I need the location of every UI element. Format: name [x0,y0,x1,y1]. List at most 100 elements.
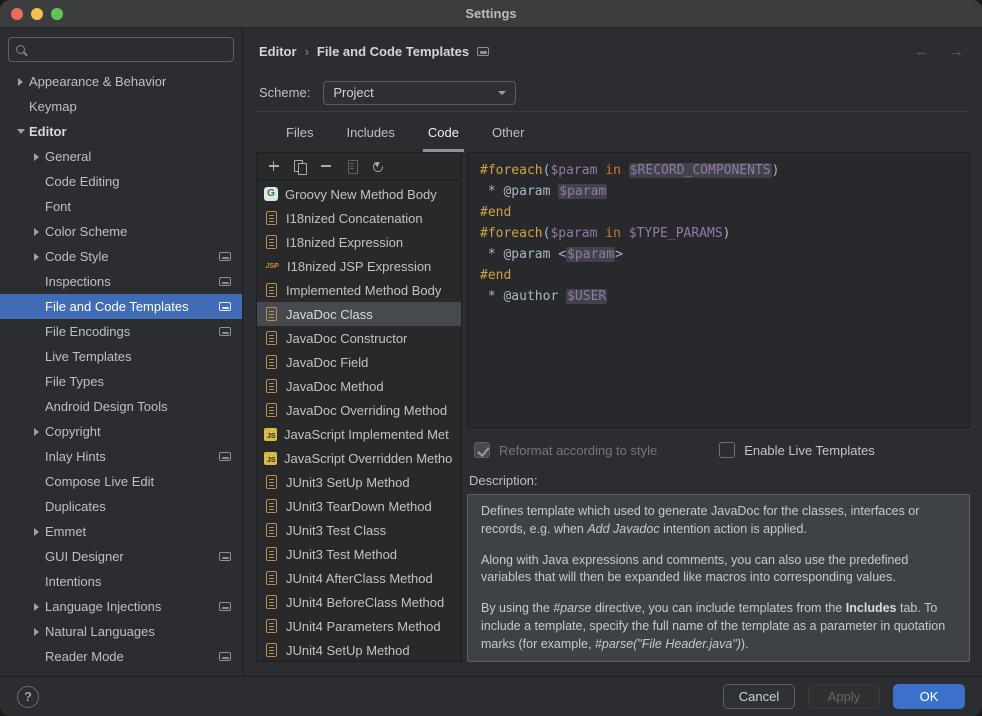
template-list-item-i18nized-jsp-expression[interactable]: JSPI18nized JSP Expression [257,254,461,278]
template-list-item-javadoc-overriding-method[interactable]: JavaDoc Overriding Method [257,398,461,422]
template-icon [266,235,277,249]
sidebar-item-file-types[interactable]: File Types [0,369,242,394]
breadcrumb-editor[interactable]: Editor [259,44,297,59]
chevron-right-icon[interactable] [28,228,45,236]
settings-search-box[interactable] [8,37,234,62]
sidebar-item-label: Font [45,199,71,214]
template-list-item-javadoc-constructor[interactable]: JavaDoc Constructor [257,326,461,350]
template-icon [266,331,277,345]
forward-icon[interactable]: → [949,43,964,60]
chevron-right-icon[interactable] [28,628,45,636]
duplicate-icon [292,158,308,174]
sidebar-item-live-templates[interactable]: Live Templates [0,344,242,369]
template-list-item-javascript-overridden-metho[interactable]: JSJavaScript Overridden Metho [257,446,461,470]
reset-template-button[interactable] [366,156,389,177]
sidebar-item-android-design-tools[interactable]: Android Design Tools [0,394,242,419]
template-list-item-i18nized-expression[interactable]: I18nized Expression [257,230,461,254]
live-templates-label: Enable Live Templates [744,443,875,458]
ok-button[interactable]: OK [893,684,965,709]
js-icon: JS [264,428,277,441]
search-input[interactable] [32,41,226,58]
template-list-item-i18nized-concatenation[interactable]: I18nized Concatenation [257,206,461,230]
template-list-item-junit4-afterclass-method[interactable]: JUnit4 AfterClass Method [257,566,461,590]
template-list-item-implemented-method-body[interactable]: Implemented Method Body [257,278,461,302]
paste-template-button[interactable] [340,156,363,177]
template-list-item-junit4-beforeclass-method[interactable]: JUnit4 BeforeClass Method [257,590,461,614]
back-icon[interactable]: ← [914,43,929,60]
apply-button[interactable]: Apply [808,684,880,709]
chevron-right-icon[interactable] [28,603,45,611]
sidebar-item-gui-designer[interactable]: GUI Designer [0,544,242,569]
sidebar-item-label: Code Style [45,249,109,264]
code-line: * @author $USER [480,286,957,307]
chevron-down-icon[interactable] [12,129,29,134]
breadcrumb: Editor › File and Code Templates ← → [256,28,970,74]
sidebar-item-general[interactable]: General [0,144,242,169]
remove-template-button[interactable] [314,156,337,177]
sidebar-item-editor[interactable]: Editor [0,119,242,144]
scheme-dropdown[interactable]: Project [323,81,516,105]
template-list-item-junit3-test-class[interactable]: JUnit3 Test Class [257,518,461,542]
remove-icon [318,158,334,174]
sidebar-item-file-and-code-templates[interactable]: File and Code Templates [0,294,242,319]
sidebar-item-code-style[interactable]: Code Style [0,244,242,269]
sidebar-item-label: Emmet [45,524,86,539]
template-list-item-junit3-teardown-method[interactable]: JUnit3 TearDown Method [257,494,461,518]
template-list-item-javadoc-method[interactable]: JavaDoc Method [257,374,461,398]
tab-other[interactable]: Other [487,125,530,152]
template-list-item-junit3-test-method[interactable]: JUnit3 Test Method [257,542,461,566]
duplicate-template-button[interactable] [288,156,311,177]
chevron-right-icon[interactable] [28,528,45,536]
template-name: I18nized JSP Expression [287,259,431,274]
scheme-label: Scheme: [259,85,310,100]
sidebar-item-color-scheme[interactable]: Color Scheme [0,219,242,244]
template-list-item-javadoc-field[interactable]: JavaDoc Field [257,350,461,374]
cancel-button[interactable]: Cancel [723,684,795,709]
sidebar-item-inspections[interactable]: Inspections [0,269,242,294]
sidebar-item-reader-mode[interactable]: Reader Mode [0,644,242,669]
tab-code[interactable]: Code [423,125,464,152]
tab-includes[interactable]: Includes [341,125,399,152]
settings-tree: Appearance & BehaviorKeymapEditorGeneral… [0,69,242,676]
sidebar-item-label: Inspections [45,274,111,289]
page-title: File and Code Templates [317,44,469,59]
settings-content: Editor › File and Code Templates ← → Sch… [243,28,982,676]
sidebar-item-inlay-hints[interactable]: Inlay Hints [0,444,242,469]
reformat-label: Reformat according to style [499,443,657,458]
sidebar-item-font[interactable]: Font [0,194,242,219]
template-list-item-javascript-implemented-met[interactable]: JSJavaScript Implemented Met [257,422,461,446]
template-list-item-javadoc-class[interactable]: JavaDoc Class [257,302,461,326]
help-button[interactable]: ? [17,686,39,708]
template-name: JavaDoc Overriding Method [286,403,447,418]
screen-badge-icon [219,302,231,311]
template-editor[interactable]: #foreach($param in $RECORD_COMPONENTS) *… [467,152,970,428]
template-list-item-groovy-new-method-body[interactable]: GGroovy New Method Body [257,182,461,206]
create-template-button[interactable] [262,156,285,177]
reformat-checkbox[interactable] [474,442,490,458]
tab-files[interactable]: Files [281,125,318,152]
live-templates-option[interactable]: Enable Live Templates [719,442,875,458]
template-list-item-junit3-setup-method[interactable]: JUnit3 SetUp Method [257,470,461,494]
sidebar-item-language-injections[interactable]: Language Injections [0,594,242,619]
sidebar-item-duplicates[interactable]: Duplicates [0,494,242,519]
chevron-right-icon[interactable] [28,428,45,436]
sidebar-item-appearance-behavior[interactable]: Appearance & Behavior [0,69,242,94]
chevron-right-icon[interactable] [12,78,29,86]
sidebar-item-copyright[interactable]: Copyright [0,419,242,444]
sidebar-item-emmet[interactable]: Emmet [0,519,242,544]
sidebar-item-file-encodings[interactable]: File Encodings [0,319,242,344]
sidebar-item-label: File Types [45,374,104,389]
template-list-item-junit4-setup-method[interactable]: JUnit4 SetUp Method [257,638,461,661]
sidebar-item-intentions[interactable]: Intentions [0,569,242,594]
sidebar-item-natural-languages[interactable]: Natural Languages [0,619,242,644]
reformat-option[interactable]: Reformat according to style [474,442,657,458]
chevron-right-icon[interactable] [28,153,45,161]
chevron-right-icon[interactable] [28,253,45,261]
sidebar-item-code-editing[interactable]: Code Editing [0,169,242,194]
live-templates-checkbox[interactable] [719,442,735,458]
template-list-item-junit4-parameters-method[interactable]: JUnit4 Parameters Method [257,614,461,638]
sidebar-item-keymap[interactable]: Keymap [0,94,242,119]
sidebar-item-compose-live-edit[interactable]: Compose Live Edit [0,469,242,494]
code-line: #foreach($param in $TYPE_PARAMS) [480,223,957,244]
description-box[interactable]: Defines template which used to generate … [467,494,970,662]
